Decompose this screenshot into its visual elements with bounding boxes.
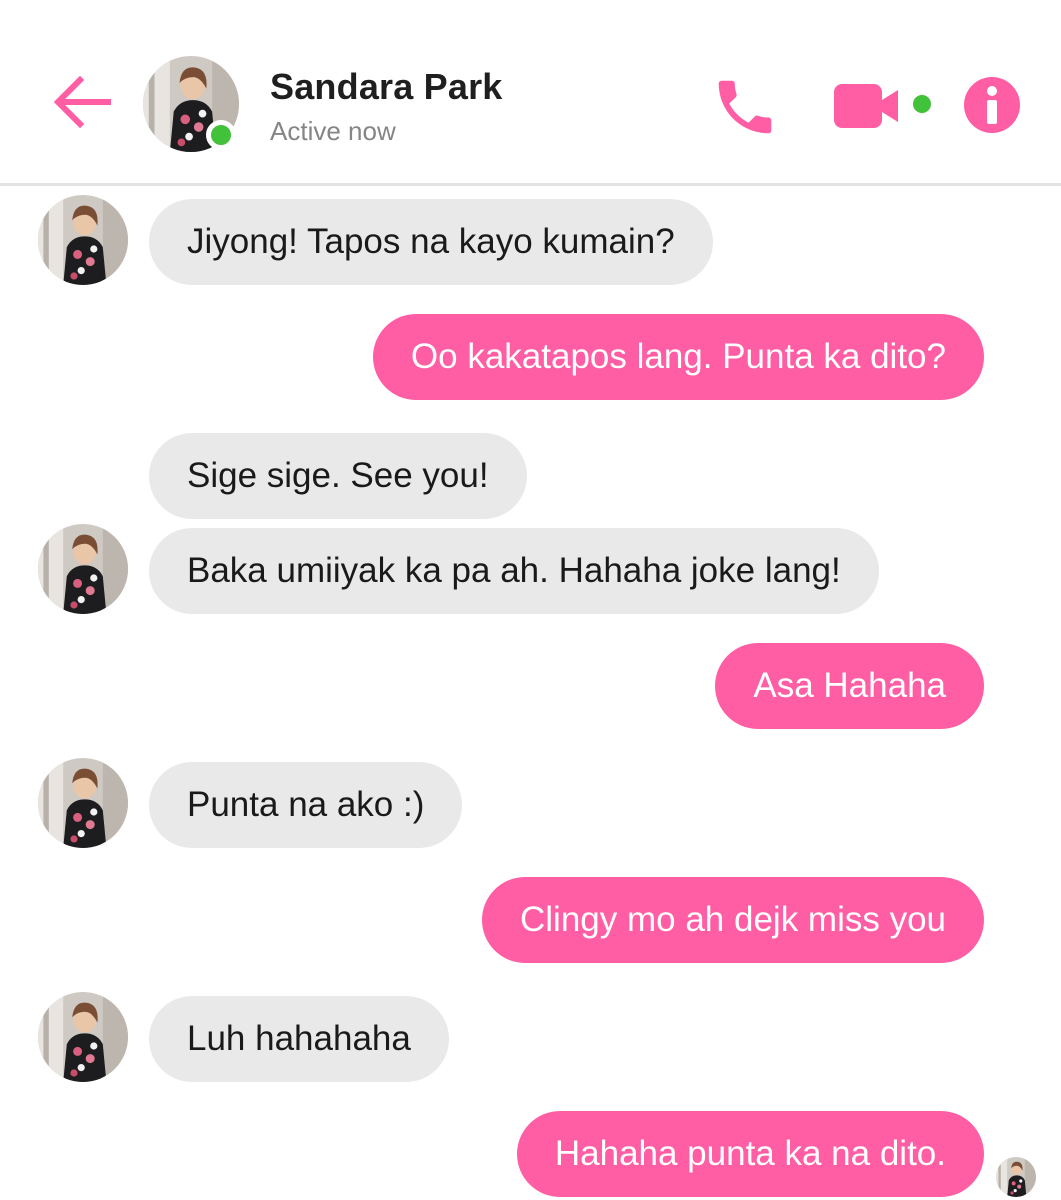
sender-avatar[interactable] xyxy=(38,524,128,614)
online-indicator xyxy=(206,120,236,150)
sender-avatar[interactable] xyxy=(38,195,128,285)
incoming-message[interactable]: Luh hahahaha xyxy=(149,996,449,1082)
incoming-message[interactable]: Punta na ako :) xyxy=(149,762,463,848)
arrow-left-icon xyxy=(53,75,111,129)
outgoing-message[interactable]: Oo kakatapos lang. Punta ka dito? xyxy=(372,314,984,400)
back-button[interactable] xyxy=(50,70,114,134)
video-call-button[interactable] xyxy=(832,80,942,132)
phone-icon xyxy=(718,80,772,134)
chat-header: Sandara Park Active now xyxy=(0,0,1061,186)
incoming-message[interactable]: Jiyong! Tapos na kayo kumain? xyxy=(149,199,713,285)
message-thread[interactable]: Jiyong! Tapos na kayo kumain? Oo kakatap… xyxy=(0,189,1061,1200)
outgoing-message[interactable]: Asa Hahaha xyxy=(715,643,984,729)
info-icon xyxy=(964,77,1020,133)
incoming-message[interactable]: Sige sige. See you! xyxy=(149,433,527,519)
video-camera-icon xyxy=(834,84,931,128)
call-button[interactable] xyxy=(710,72,780,142)
outgoing-message[interactable]: Hahaha punta ka na dito. xyxy=(516,1111,984,1197)
sender-avatar[interactable] xyxy=(38,992,128,1082)
contact-name[interactable]: Sandara Park xyxy=(270,66,503,108)
info-button[interactable] xyxy=(963,76,1021,134)
contact-avatar[interactable] xyxy=(143,56,239,152)
outgoing-message[interactable]: Clingy mo ah dejk miss you xyxy=(482,877,984,963)
contact-status: Active now xyxy=(270,116,396,146)
read-receipt-avatar xyxy=(996,1157,1036,1197)
incoming-message[interactable]: Baka umiiyak ka pa ah. Hahaha joke lang! xyxy=(149,528,879,614)
sender-avatar[interactable] xyxy=(38,758,128,848)
